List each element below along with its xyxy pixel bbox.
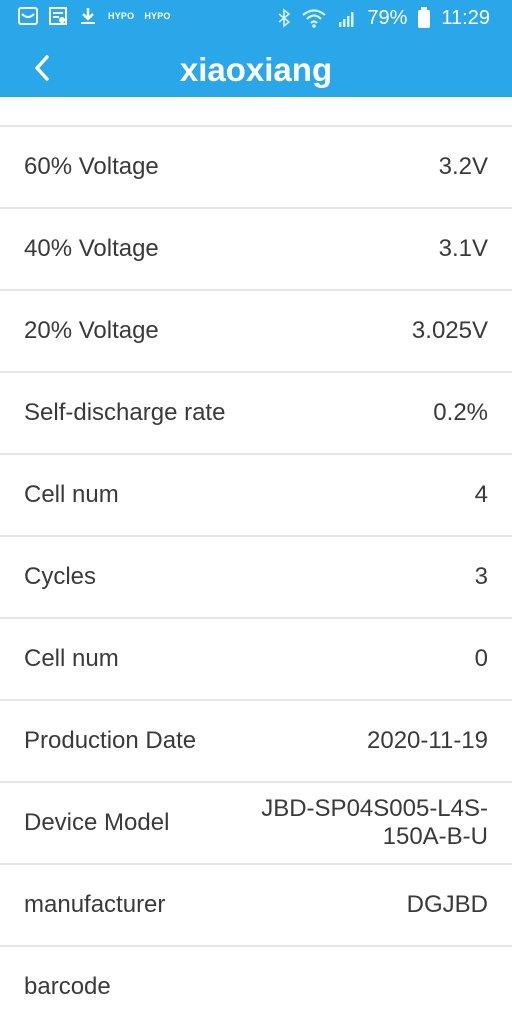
row-label: barcode <box>24 973 111 1000</box>
toolbar: xiaoxiang <box>0 40 512 97</box>
row-value: 3.2V <box>438 153 488 180</box>
list-row-20-voltage: 20% Voltage 3.025V <box>0 291 512 373</box>
row-label: Cell num <box>24 645 119 672</box>
row-value: DGJBD <box>406 891 488 918</box>
list-row-manufacturer: manufacturer DGJBD <box>0 865 512 947</box>
row-value: 3 <box>474 563 488 590</box>
status-bar-right: 79% 11:29 <box>277 6 490 30</box>
row-value: 2020-11-19 <box>367 727 488 754</box>
status-bar-left: HYPO HYPO <box>18 6 171 26</box>
row-label: 60% Voltage <box>24 153 159 180</box>
list-row-40-voltage: 40% Voltage 3.1V <box>0 209 512 291</box>
download-icon <box>78 6 98 26</box>
list-row-production-date: Production Date 2020-11-19 <box>0 701 512 783</box>
wifi-icon <box>301 8 327 28</box>
list-row-cycles: Cycles 3 <box>0 537 512 619</box>
row-label: Device Model <box>24 809 170 836</box>
row-value: 4 <box>474 481 488 508</box>
list-row-device-model: Device Model JBD-SP04S005-L4S-150A-B-U <box>0 783 512 865</box>
page-title: xiaoxiang <box>179 51 333 88</box>
status-label: HYPO <box>108 11 135 21</box>
calendar-icon <box>48 6 68 26</box>
settings-list: 60% Voltage 3.2V 40% Voltage 3.1V 20% Vo… <box>0 97 512 1024</box>
battery-percent: 79% <box>367 7 408 29</box>
clock: 11:29 <box>441 7 490 29</box>
row-value: 0 <box>474 645 488 672</box>
row-value: 3.1V <box>438 235 488 262</box>
row-value: 3.025V <box>411 317 488 344</box>
row-label: 20% Voltage <box>24 317 159 344</box>
row-label: Production Date <box>24 727 197 754</box>
bluetooth-icon <box>277 8 291 28</box>
app-bar: HYPO HYPO 79% 11:29 xiaoxiang <box>0 0 512 97</box>
list-row-60-voltage: 60% Voltage 3.2V <box>0 127 512 209</box>
row-label: 40% Voltage <box>24 235 159 262</box>
battery-icon <box>417 7 431 29</box>
list-row-self-discharge-rate: Self-discharge rate 0.2% <box>0 373 512 455</box>
row-value: JBD-SP04S005-L4S-150A-B-U <box>261 795 488 850</box>
row-label: Self-discharge rate <box>24 399 226 426</box>
list-row-cell-num-2: Cell num 0 <box>0 619 512 701</box>
partial-row <box>0 97 512 127</box>
status-label: HYPO <box>144 11 171 21</box>
list-row-cell-num: Cell num 4 <box>0 455 512 537</box>
row-label: manufacturer <box>24 891 166 918</box>
signal-icon <box>337 8 357 28</box>
row-label: Cycles <box>24 563 97 590</box>
list-row-barcode: barcode <box>0 947 512 1024</box>
row-label: Cell num <box>24 481 119 508</box>
mail-icon <box>18 6 38 26</box>
row-value: 0.2% <box>433 399 488 426</box>
status-bar: HYPO HYPO 79% 11:29 <box>0 0 512 40</box>
